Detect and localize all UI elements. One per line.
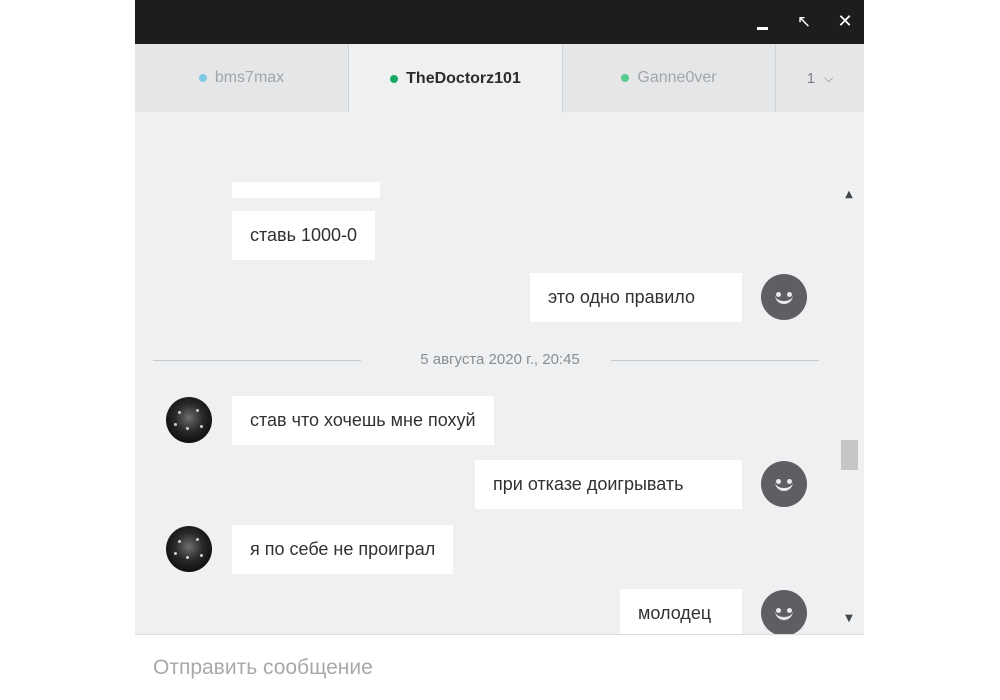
date-separator: 5 августа 2020 г., 20:45 bbox=[420, 351, 580, 368]
message-bubble-outgoing: при отказе доигрывать bbox=[475, 460, 742, 509]
status-dot-icon bbox=[390, 74, 399, 83]
minimize-icon bbox=[757, 27, 768, 30]
title-bar: ↖ ✕ bbox=[135, 0, 864, 44]
avatar-self[interactable] bbox=[761, 461, 807, 507]
tab-bms7max[interactable]: bms7max bbox=[135, 44, 349, 112]
conversation-tabs: bms7max TheDoctorz101 Ganne0ver 1 ⌵ bbox=[135, 44, 864, 113]
status-dot-icon bbox=[621, 74, 630, 82]
avatar-contact[interactable] bbox=[166, 526, 212, 572]
avatar-self[interactable] bbox=[761, 274, 807, 320]
more-tabs-count: 1 bbox=[806, 69, 816, 87]
tab-label: TheDoctorz101 bbox=[406, 69, 521, 87]
restore-button[interactable]: ↖ bbox=[791, 9, 817, 35]
message-bubble-incoming: я по себе не проиграл bbox=[232, 525, 454, 574]
message-bubble-incoming: став что хочешь мне похуй bbox=[232, 396, 494, 445]
message-bubble-outgoing: молодец bbox=[620, 589, 742, 634]
avatar-contact[interactable] bbox=[166, 397, 212, 443]
scrollbar-thumb[interactable] bbox=[841, 440, 858, 470]
more-tabs-dropdown[interactable]: 1 ⌵ bbox=[776, 44, 864, 112]
message-input[interactable] bbox=[151, 649, 845, 687]
tab-label: Ganne0ver bbox=[637, 69, 717, 86]
scroll-down-arrow-icon[interactable]: ▼ bbox=[842, 612, 856, 626]
tab-thedoctorz101[interactable]: TheDoctorz101 bbox=[349, 44, 563, 113]
close-button[interactable]: ✕ bbox=[832, 9, 858, 35]
message-bubble-outgoing: это одно правило bbox=[530, 273, 742, 322]
close-icon: ✕ bbox=[837, 11, 853, 32]
message-bubble-partial bbox=[232, 182, 380, 198]
avatar-self[interactable] bbox=[761, 590, 807, 634]
minimize-button[interactable] bbox=[750, 9, 776, 35]
tab-label: bms7max bbox=[214, 69, 285, 86]
status-dot-icon bbox=[198, 74, 207, 82]
restore-icon: ↖ bbox=[796, 12, 812, 32]
message-list: ставь 1000-0 это одно правило 5 августа … bbox=[135, 112, 864, 634]
chat-window: ↖ ✕ bms7max TheDoctorz101 Ganne0ver 1 ⌵ … bbox=[135, 0, 864, 700]
message-bubble-incoming: ставь 1000-0 bbox=[232, 211, 376, 260]
scroll-up-arrow-icon[interactable]: ▲ bbox=[842, 188, 856, 202]
chevron-down-icon: ⌵ bbox=[824, 70, 834, 85]
chat-scrollbar[interactable]: ▲ ▼ bbox=[839, 186, 859, 632]
tab-ganne0ver[interactable]: Ganne0ver bbox=[563, 44, 776, 112]
divider-right bbox=[611, 360, 819, 361]
divider-left bbox=[153, 360, 361, 361]
message-composer bbox=[135, 634, 864, 700]
